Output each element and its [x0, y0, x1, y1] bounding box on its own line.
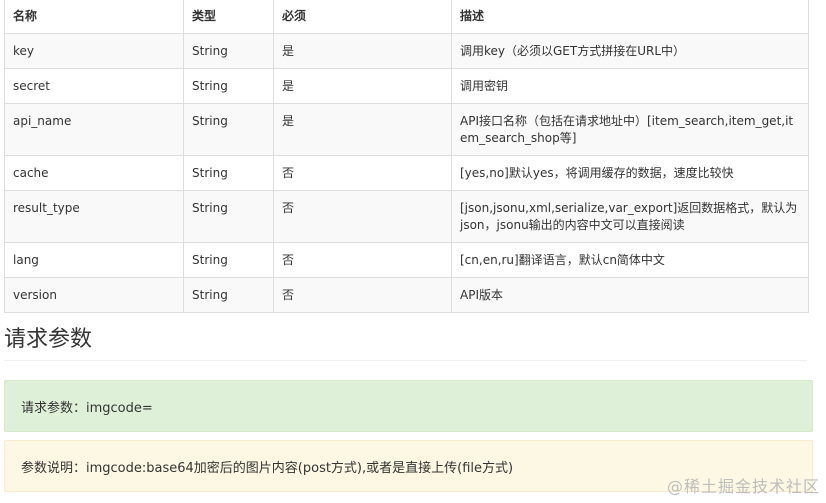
- header-type: 类型: [183, 0, 274, 34]
- param-type: String: [183, 68, 274, 104]
- param-name: result_type: [4, 190, 184, 243]
- param-description: 调用key（必须以GET方式拼接在URL中）: [451, 33, 809, 69]
- param-required: 是: [273, 103, 452, 156]
- header-required: 必须: [273, 0, 452, 34]
- param-name: cache: [4, 155, 184, 191]
- watermark-text: @稀土掘金技术社区: [666, 477, 820, 496]
- param-required: 否: [273, 242, 452, 278]
- param-description-text: 参数说明：imgcode:base64加密后的图片内容(post方式),或者是直…: [21, 460, 514, 476]
- param-type: String: [183, 155, 274, 191]
- param-description: 调用密钥: [451, 68, 809, 104]
- param-name: key: [4, 33, 184, 69]
- table-row: result_type String 否 [json,jsonu,xml,ser…: [4, 190, 809, 243]
- table-row: cache String 否 [yes,no]默认yes，将调用缓存的数据，速度…: [4, 155, 809, 191]
- param-type: String: [183, 190, 274, 243]
- param-description: API接口名称（包括在请求地址中）[item_search,item_get,i…: [451, 103, 809, 156]
- table-row: version String 否 API版本: [4, 277, 809, 313]
- api-doc-page: 名称 类型 必须 描述 key String 是 调用key（必须以GET方式拼…: [0, 0, 826, 503]
- header-name: 名称: [4, 0, 184, 34]
- param-type: String: [183, 33, 274, 69]
- section-heading: 请求参数: [4, 326, 807, 361]
- param-description: API版本: [451, 277, 809, 313]
- param-required: 否: [273, 277, 452, 313]
- table-header-row: 名称 类型 必须 描述: [4, 0, 809, 34]
- table-row: secret String 是 调用密钥: [4, 68, 809, 104]
- param-required: 否: [273, 190, 452, 243]
- header-description: 描述: [451, 0, 809, 34]
- param-name: secret: [4, 68, 184, 104]
- param-description: [json,jsonu,xml,serialize,var_export]返回数…: [451, 190, 809, 243]
- param-type: String: [183, 103, 274, 156]
- parameters-table: 名称 类型 必须 描述 key String 是 调用key（必须以GET方式拼…: [4, 0, 809, 313]
- param-description: [yes,no]默认yes，将调用缓存的数据，速度比较快: [451, 155, 809, 191]
- request-params-alert: 请求参数：imgcode=: [4, 380, 813, 432]
- param-description: [cn,en,ru]翻译语言，默认cn简体中文: [451, 242, 809, 278]
- param-type: String: [183, 242, 274, 278]
- request-params-text: 请求参数：imgcode=: [21, 400, 153, 416]
- param-name: lang: [4, 242, 184, 278]
- table-row: api_name String 是 API接口名称（包括在请求地址中）[item…: [4, 103, 809, 156]
- watermark: @稀土掘金技术社区: [667, 473, 820, 497]
- table-row: lang String 否 [cn,en,ru]翻译语言，默认cn简体中文: [4, 242, 809, 278]
- param-type: String: [183, 277, 274, 313]
- param-name: api_name: [4, 103, 184, 156]
- table-row: key String 是 调用key（必须以GET方式拼接在URL中）: [4, 33, 809, 69]
- param-required: 是: [273, 33, 452, 69]
- param-name: version: [4, 277, 184, 313]
- param-required: 否: [273, 155, 452, 191]
- param-required: 是: [273, 68, 452, 104]
